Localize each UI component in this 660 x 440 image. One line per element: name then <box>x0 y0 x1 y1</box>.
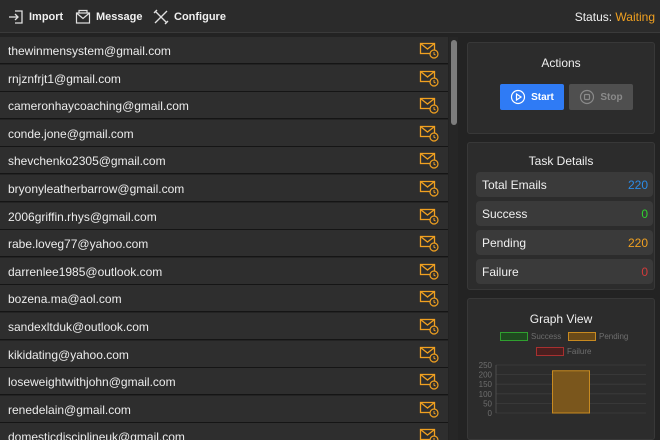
import-button[interactable]: Import <box>8 6 63 28</box>
y-tick-label: 250 <box>479 361 493 370</box>
envelope-icon <box>75 9 91 24</box>
mail-pending-icon[interactable] <box>419 372 439 390</box>
actions-title: Actions <box>541 56 581 70</box>
mail-pending-icon[interactable] <box>419 234 439 252</box>
email-row[interactable]: sandexltduk@outlook.com <box>0 313 448 340</box>
tools-icon <box>153 9 169 25</box>
total-emails-value: 220 <box>627 178 648 192</box>
email-address: loseweightwithjohn@gmail.com <box>8 375 176 390</box>
email-row[interactable]: bryonyleatherbarrow@gmail.com <box>0 175 448 202</box>
message-button[interactable]: Message <box>75 6 142 28</box>
status-value: Waiting <box>615 10 655 24</box>
success-label: Success <box>482 207 528 221</box>
total-emails-stat: Total Emails 220 <box>476 172 653 197</box>
mail-pending-icon[interactable] <box>419 400 439 418</box>
scrollbar-thumb[interactable] <box>451 40 457 125</box>
email-address: bozena.ma@aol.com <box>8 292 122 307</box>
email-row[interactable]: renedelain@gmail.com <box>0 395 448 423</box>
y-tick-label: 150 <box>479 380 493 389</box>
mail-pending-icon[interactable] <box>419 41 439 59</box>
mail-pending-icon[interactable] <box>419 317 439 335</box>
stop-icon <box>580 89 595 105</box>
graph-view-panel: Graph View Success Pending Failure 250 20… <box>467 298 655 440</box>
failure-value: 0 <box>641 265 648 279</box>
mail-pending-icon[interactable] <box>419 207 439 225</box>
y-tick-label: 100 <box>479 390 493 399</box>
mail-pending-icon[interactable] <box>419 151 439 169</box>
email-address: conde.jone@gmail.com <box>8 126 134 141</box>
email-address: rabe.loveg77@yahoo.com <box>8 237 149 252</box>
configure-label: Configure <box>174 11 226 23</box>
y-tick-label: 0 <box>488 409 493 418</box>
mail-pending-icon[interactable] <box>419 69 439 87</box>
configure-button[interactable]: Configure <box>153 6 226 28</box>
email-row[interactable]: shevchenko2305@gmail.com <box>0 147 448 175</box>
bar-chart: 250200150100500 <box>479 361 646 418</box>
email-row[interactable]: bozena.ma@aol.com <box>0 285 448 313</box>
email-row[interactable]: thewinmensystem@gmail.com <box>0 37 448 64</box>
pending-value: 220 <box>627 236 648 250</box>
email-row[interactable]: kikidating@yahoo.com <box>0 340 448 368</box>
y-tick-label: 200 <box>479 371 493 380</box>
email-address: rnjznfrjt1@gmail.com <box>8 71 121 86</box>
email-address: cameronhaycoaching@gmail.com <box>8 99 189 114</box>
failure-label: Failure <box>482 265 519 279</box>
email-row[interactable]: darrenlee1985@outlook.com <box>0 257 448 285</box>
status-label: Status: <box>574 10 613 24</box>
email-row[interactable]: domesticdisciplineuk@gmail.com <box>0 423 448 440</box>
bar-pending <box>552 370 590 414</box>
email-address: sandexltduk@outlook.com <box>8 320 149 334</box>
task-details-title: Task Details <box>528 154 594 168</box>
mail-pending-icon[interactable] <box>419 124 439 142</box>
email-address: domesticdisciplineuk@gmail.com <box>8 430 185 440</box>
email-row[interactable]: rnjznfrjt1@gmail.com <box>0 64 448 92</box>
email-address: darrenlee1985@outlook.com <box>8 264 163 279</box>
email-row[interactable]: 2006griffin.rhys@gmail.com <box>0 202 448 230</box>
email-list[interactable]: thewinmensystem@gmail.com rnjznfrjt1@gmai… <box>0 37 448 440</box>
actions-panel: Actions Start Stop <box>467 42 655 134</box>
start-button[interactable]: Start <box>500 84 564 110</box>
pending-stat: Pending 220 <box>476 230 653 255</box>
import-label: Import <box>29 11 64 23</box>
stop-label: Stop <box>600 91 623 103</box>
status-indicator: Status: Waiting <box>575 10 655 24</box>
success-stat: Success 0 <box>476 201 653 226</box>
import-icon <box>9 10 23 24</box>
pending-label: Pending <box>482 236 527 250</box>
email-address: thewinmensystem@gmail.com <box>8 44 171 58</box>
mail-pending-icon[interactable] <box>419 179 439 197</box>
success-value: 0 <box>641 207 648 221</box>
mail-pending-icon[interactable] <box>419 345 439 363</box>
failure-stat: Failure 0 <box>476 259 653 284</box>
email-row[interactable]: conde.jone@gmail.com <box>0 119 448 147</box>
email-row[interactable]: rabe.loveg77@yahoo.com <box>0 230 448 258</box>
mail-pending-icon[interactable] <box>419 96 439 114</box>
email-row[interactable]: cameronhaycoaching@gmail.com <box>0 92 448 120</box>
email-address: bryonyleatherbarrow@gmail.com <box>8 182 185 196</box>
mail-pending-icon[interactable] <box>419 427 439 440</box>
email-address: kikidating@yahoo.com <box>8 347 129 362</box>
email-address: shevchenko2305@gmail.com <box>8 154 166 169</box>
play-icon <box>510 89 526 105</box>
task-details-panel: Task Details Total Emails 220 Success 0 … <box>467 142 655 290</box>
start-label: Start <box>531 91 554 103</box>
mail-pending-icon[interactable] <box>419 262 439 280</box>
email-address: 2006griffin.rhys@gmail.com <box>8 209 157 224</box>
mail-pending-icon[interactable] <box>419 289 439 307</box>
total-emails-label: Total Emails <box>482 178 547 192</box>
y-tick-label: 50 <box>483 399 492 408</box>
email-row[interactable]: loseweightwithjohn@gmail.com <box>0 368 448 396</box>
top-toolbar: Import Message Configure Status: Waiting <box>0 0 660 33</box>
email-address: renedelain@gmail.com <box>8 402 131 417</box>
stop-button[interactable]: Stop <box>569 84 633 110</box>
message-label: Message <box>96 11 143 23</box>
